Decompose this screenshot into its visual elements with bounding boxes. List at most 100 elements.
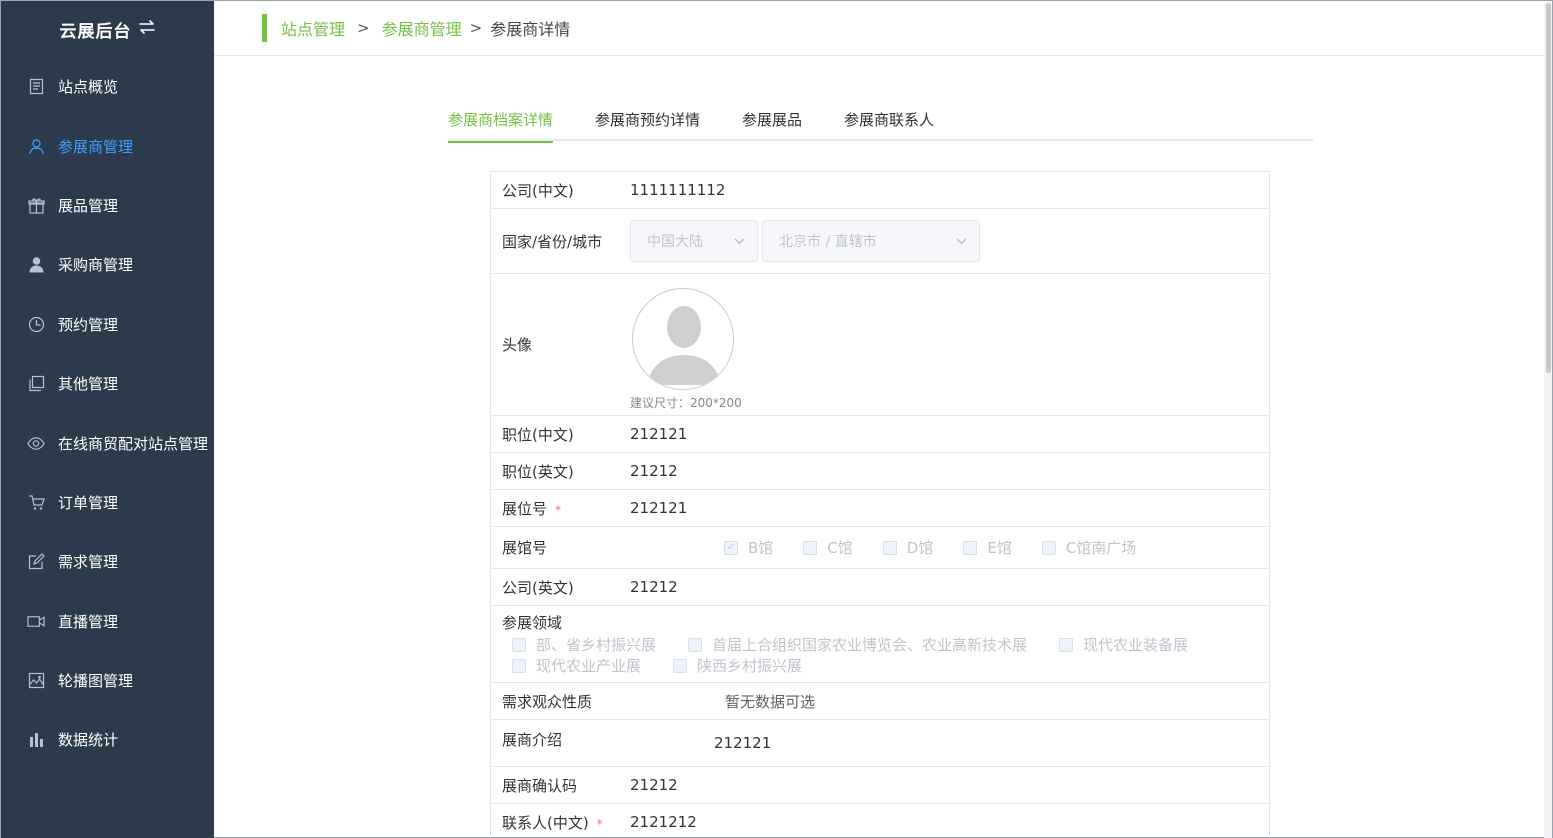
- hall-checkbox-label: C馆: [827, 539, 853, 557]
- confirm-code-value: 21212: [630, 776, 678, 794]
- hall-no-row: 展馆号 ✓ B馆 C馆 D馆 E馆 C馆南广场: [491, 527, 1269, 569]
- sidebar-item-label: 需求管理: [58, 553, 119, 572]
- city-select-value: 北京市 / 直辖市: [779, 234, 877, 250]
- confirm-code-label: 展商确认码: [502, 776, 578, 795]
- hall-no-label: 展馆号: [502, 539, 548, 557]
- sidebar-item-label: 展品管理: [58, 196, 119, 215]
- sidebar-item-label: 参展商管理: [58, 137, 134, 156]
- breadcrumb: 站点管理 > 参展商管理 > 参展商详情: [214, 1, 1552, 56]
- sidebar-item-label: 订单管理: [58, 493, 119, 512]
- position-en-row: 职位(英文) 21212: [491, 453, 1269, 490]
- copy-icon: [27, 375, 45, 393]
- booth-no-row: 展位号 * 212121: [491, 490, 1269, 527]
- company-cn-label: 公司(中文): [502, 181, 574, 200]
- field-checkbox-label: 首届上合组织国家农业博览会、农业高新技术展: [712, 636, 1028, 654]
- fields-label: 参展领域: [502, 614, 563, 632]
- position-en-value: 21212: [630, 462, 678, 480]
- company-cn-value: 1111111112: [630, 181, 726, 199]
- bar-chart-icon: [27, 731, 45, 749]
- sidebar-item-label: 直播管理: [58, 612, 119, 631]
- user-icon: [27, 137, 45, 155]
- position-cn-label: 职位(中文): [502, 425, 574, 444]
- sidebar-item-appointments[interactable]: 预约管理: [1, 295, 214, 354]
- position-en-label: 职位(英文): [502, 462, 574, 481]
- breadcrumb-separator: >: [357, 19, 370, 37]
- gift-icon: [27, 196, 45, 214]
- checkbox-box: [673, 658, 688, 673]
- hall-checkbox-c-south[interactable]: C馆南广场: [1041, 537, 1137, 558]
- hall-checkbox-label: C馆南广场: [1065, 539, 1137, 557]
- sidebar-item-other[interactable]: 其他管理: [1, 354, 214, 413]
- field-checkbox[interactable]: 首届上合组织国家农业博览会、农业高新技术展: [688, 634, 1027, 655]
- hall-checkbox-b[interactable]: ✓ B馆: [724, 537, 773, 558]
- sidebar-item-demands[interactable]: 需求管理: [1, 532, 214, 591]
- hall-checkbox-d[interactable]: D馆: [882, 537, 933, 558]
- field-checkbox-label: 陕西乡村振兴展: [697, 657, 803, 675]
- breadcrumb-site-link[interactable]: 站点管理: [281, 16, 345, 40]
- sidebar-item-label: 其他管理: [58, 375, 119, 394]
- sidebar-item-overview[interactable]: 站点概览: [1, 57, 214, 116]
- avatar[interactable]: [632, 288, 734, 390]
- scrollbar-thumb[interactable]: [1546, 3, 1551, 373]
- booth-no-label: 展位号 *: [502, 498, 630, 519]
- location-row: 国家/省份/城市 中国大陆 北京市 / 直辖市: [491, 209, 1269, 274]
- city-select[interactable]: 北京市 / 直辖市: [762, 220, 980, 262]
- avatar-upload[interactable]: 建议尺寸：200*200: [630, 278, 742, 411]
- checkbox-box: [512, 658, 526, 673]
- field-checkbox[interactable]: 部、省乡村振兴展: [512, 634, 656, 655]
- check-icon: ✓: [724, 540, 738, 555]
- sidebar-item-matching[interactable]: 在线商贸配对站点管理: [1, 413, 214, 472]
- sidebar-nav: 站点概览 参展商管理 展品管理 采购商管理 预约管理 其他管理 在线商贸配对站点…: [1, 57, 214, 770]
- audience-label: 需求观众性质: [502, 692, 593, 711]
- contact-cn-label-text: 联系人(中文): [502, 813, 589, 832]
- field-checkbox-label: 现代农业产业展: [536, 657, 642, 675]
- scrollbar[interactable]: [1544, 1, 1552, 838]
- cart-icon: [27, 493, 45, 511]
- sidebar-item-label: 采购商管理: [58, 256, 134, 275]
- avatar-label: 头像: [502, 336, 533, 354]
- country-select[interactable]: 中国大陆: [630, 220, 758, 262]
- sidebar-item-buyers[interactable]: 采购商管理: [1, 235, 214, 294]
- field-checkbox[interactable]: 现代农业装备展: [1059, 634, 1188, 655]
- position-cn-value: 212121: [630, 425, 688, 443]
- chevron-down-icon: [956, 234, 967, 249]
- tab-contacts[interactable]: 参展商联系人: [844, 100, 934, 141]
- hall-checkbox-label: B馆: [748, 539, 774, 557]
- image-icon: [27, 672, 45, 690]
- contact-cn-row: 联系人(中文) * 2121212: [491, 804, 1269, 838]
- checkbox-box: [882, 540, 897, 555]
- fields-checkboxes-line2: 现代农业产业展 陕西乡村振兴展: [502, 655, 802, 676]
- document-icon: [27, 78, 45, 96]
- sidebar-item-exhibits[interactable]: 展品管理: [1, 176, 214, 235]
- contact-cn-label: 联系人(中文) *: [502, 812, 630, 833]
- swap-icon[interactable]: [138, 19, 156, 40]
- sidebar-item-statistics[interactable]: 数据统计: [1, 710, 214, 769]
- hall-checkbox-e[interactable]: E馆: [963, 537, 1012, 558]
- field-checkbox-label: 部、省乡村振兴展: [536, 636, 657, 654]
- sidebar-item-label: 轮播图管理: [58, 672, 134, 691]
- breadcrumb-current: 参展商详情: [490, 20, 571, 39]
- field-checkbox[interactable]: 陕西乡村振兴展: [673, 655, 802, 676]
- person-icon: [27, 256, 45, 274]
- hall-checkbox-c[interactable]: C馆: [803, 537, 853, 558]
- brand-title: 云展后台: [59, 21, 132, 42]
- company-cn-row: 公司(中文) 1111111112: [491, 172, 1269, 209]
- breadcrumb-exhibitors-link[interactable]: 参展商管理: [382, 16, 462, 40]
- checkbox-box: [688, 637, 703, 652]
- sidebar-item-exhibitors[interactable]: 参展商管理: [1, 116, 214, 175]
- exhibitor-detail-form: 公司(中文) 1111111112 国家/省份/城市 中国大陆 北京市 / 直辖…: [490, 171, 1270, 838]
- clock-icon: [27, 315, 45, 333]
- tab-exhibits[interactable]: 参展展品: [742, 100, 802, 141]
- tab-appointment-details[interactable]: 参展商预约详情: [595, 100, 700, 141]
- checkbox-box: [963, 540, 978, 555]
- sidebar-item-carousel[interactable]: 轮播图管理: [1, 651, 214, 710]
- field-checkbox[interactable]: 现代农业产业展: [512, 655, 641, 676]
- sidebar-item-label: 在线商贸配对站点管理: [58, 434, 209, 453]
- sidebar-item-orders[interactable]: 订单管理: [1, 473, 214, 532]
- eye-icon: [27, 434, 45, 452]
- position-cn-row: 职位(中文) 212121: [491, 416, 1269, 453]
- sidebar-item-live[interactable]: 直播管理: [1, 592, 214, 651]
- brand[interactable]: 云展后台: [1, 1, 214, 57]
- tab-profile-details[interactable]: 参展商档案详情: [448, 100, 554, 143]
- booth-no-label-text: 展位号: [502, 499, 548, 518]
